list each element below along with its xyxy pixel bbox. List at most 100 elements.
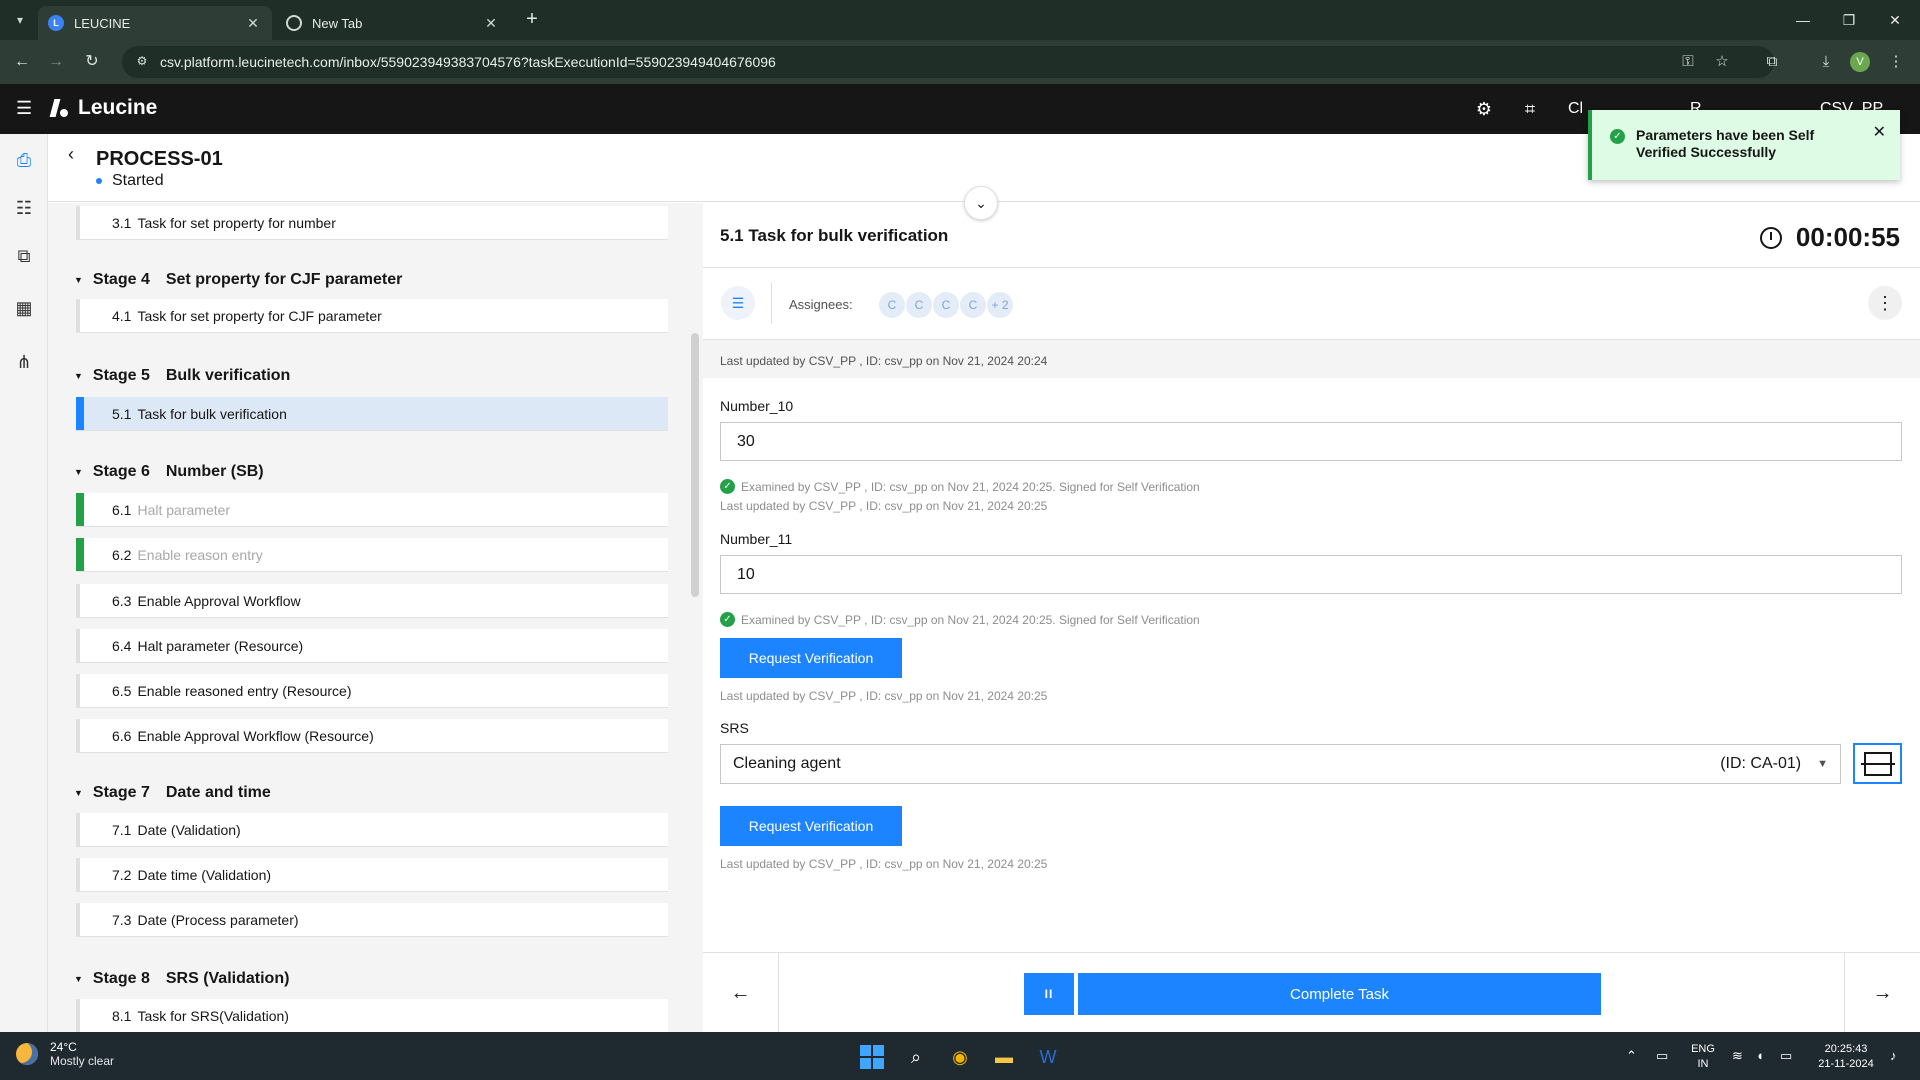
task-footer: ← II Complete Task → bbox=[703, 952, 1920, 1033]
hierarchy-icon[interactable]: ⋔ bbox=[0, 338, 48, 386]
stage-list-scrollbar[interactable] bbox=[691, 333, 699, 597]
header-link[interactable]: Cl bbox=[1568, 100, 1583, 118]
task-row-7-2[interactable]: 7.2 Date time (Validation) bbox=[76, 858, 668, 892]
extensions-icon[interactable]: ⧉ bbox=[1760, 50, 1784, 74]
profile-avatar[interactable]: V bbox=[1850, 52, 1870, 72]
assignee-avatar[interactable]: C bbox=[879, 292, 905, 318]
tab-search-icon[interactable]: ▾ bbox=[8, 8, 32, 32]
stage-number: Stage 6 bbox=[92, 463, 150, 480]
task-row-6-6[interactable]: 6.6 Enable Approval Workflow (Resource) bbox=[76, 719, 668, 753]
srs-resource-select[interactable]: Cleaning agent (ID: CA-01) ▼ bbox=[720, 744, 1841, 784]
back-arrow-icon[interactable]: ← bbox=[10, 50, 34, 74]
search-icon[interactable]: ⌕ bbox=[899, 1040, 933, 1074]
task-number: 5.1 bbox=[112, 405, 132, 422]
downloads-icon[interactable]: ⤓ bbox=[1814, 50, 1838, 74]
stage-header-7[interactable]: ▼ Stage 7 Date and time bbox=[74, 784, 271, 802]
leucine-favicon-icon: L bbox=[48, 15, 64, 31]
task-list-icon[interactable]: ☰ bbox=[721, 286, 755, 320]
url-bar[interactable]: ⚙ csv.platform.leucinetech.com/inbox/559… bbox=[122, 46, 1774, 78]
task-number: 3.1 bbox=[112, 214, 132, 231]
leucine-logo[interactable]: Leucine bbox=[50, 96, 157, 120]
number-11-examined: ✓ Examined by CSV_PP , ID: csv_pp on Nov… bbox=[720, 612, 1200, 627]
task-row-6-5[interactable]: 6.5 Enable reasoned entry (Resource) bbox=[76, 674, 668, 708]
close-icon[interactable]: ✕ bbox=[1873, 122, 1886, 142]
task-number: 7.1 bbox=[112, 821, 132, 838]
browser-menu-icon[interactable]: ⋮ bbox=[1884, 50, 1908, 74]
wifi-icon[interactable]: ≋ bbox=[1732, 1048, 1743, 1064]
task-row-5-1[interactable]: 5.1 Task for bulk verification bbox=[76, 397, 668, 431]
check-circle-icon: ✓ bbox=[720, 479, 735, 494]
back-chevron-icon[interactable]: ‹ bbox=[68, 144, 88, 164]
task-row-6-2[interactable]: 6.2 Enable reason entry bbox=[76, 538, 668, 572]
settings-gear-icon[interactable]: ⚙ bbox=[1473, 98, 1495, 120]
task-title: 5.1 Task for bulk verification bbox=[720, 226, 949, 245]
word-app-icon[interactable]: W bbox=[1031, 1040, 1065, 1074]
battery-icon[interactable]: ▭ bbox=[1780, 1048, 1792, 1064]
task-row-7-1[interactable]: 7.1 Date (Validation) bbox=[76, 813, 668, 847]
reload-icon[interactable]: ↻ bbox=[80, 50, 104, 74]
clock[interactable]: 20:25:43 21-11-2024 bbox=[1808, 1042, 1884, 1072]
ontology-icon[interactable]: ⧉ bbox=[0, 232, 48, 280]
speaker-icon[interactable]: ◖ bbox=[1756, 1048, 1764, 1063]
close-tab-icon[interactable]: ✕ bbox=[244, 15, 262, 32]
assignees-more-badge[interactable]: + 2 bbox=[987, 292, 1013, 318]
task-row-6-3[interactable]: 6.3 Enable Approval Workflow bbox=[76, 584, 668, 618]
inbox-icon[interactable]: ⎙ bbox=[0, 136, 48, 184]
number-11-input[interactable]: 10 bbox=[720, 555, 1902, 594]
stage-name: Number (SB) bbox=[165, 463, 264, 480]
complete-task-button[interactable]: Complete Task bbox=[1078, 973, 1601, 1015]
task-row-6-4[interactable]: 6.4 Halt parameter (Resource) bbox=[76, 629, 668, 663]
task-row-3-1[interactable]: 3.1 Task for set property for number bbox=[76, 206, 668, 240]
stage-header-8[interactable]: ▼ Stage 8 SRS (Validation) bbox=[74, 970, 289, 988]
stage-header-4[interactable]: ▼ Stage 4 Set property for CJF parameter bbox=[74, 271, 402, 289]
bookmark-star-icon[interactable]: ☆ bbox=[1710, 50, 1734, 74]
assignee-avatar[interactable]: C bbox=[906, 292, 932, 318]
task-row-4-1[interactable]: 4.1 Task for set property for CJF parame… bbox=[76, 299, 668, 333]
stage-name: SRS (Validation) bbox=[165, 970, 290, 987]
param-label-number-11: Number_11 bbox=[720, 531, 793, 547]
input-language[interactable]: ENG IN bbox=[1688, 1042, 1718, 1072]
tab-leucine[interactable]: L LEUCINE ✕ bbox=[38, 6, 272, 40]
restore-icon[interactable]: ❐ bbox=[1826, 6, 1872, 34]
status-dot-icon bbox=[96, 178, 102, 184]
hamburger-menu-icon[interactable]: ☰ bbox=[16, 98, 36, 118]
stage-name: Date and time bbox=[165, 784, 271, 801]
stage-header-6[interactable]: ▼ Stage 6 Number (SB) bbox=[74, 463, 264, 481]
stage-header-5[interactable]: ▼ Stage 5 Bulk verification bbox=[74, 367, 290, 385]
assignee-avatar[interactable]: C bbox=[960, 292, 986, 318]
weather-widget[interactable]: 24°C Mostly clear bbox=[16, 1040, 114, 1068]
clock-time: 20:25:43 bbox=[1824, 1043, 1868, 1055]
stage-number: Stage 4 bbox=[92, 271, 150, 288]
tab-new-tab[interactable]: New Tab ✕ bbox=[276, 6, 510, 40]
next-task-arrow-icon[interactable]: → bbox=[1844, 953, 1920, 1033]
windows-start-icon[interactable] bbox=[855, 1040, 889, 1074]
more-options-icon[interactable]: ⋮ bbox=[1868, 286, 1902, 320]
forward-arrow-icon[interactable]: → bbox=[44, 50, 68, 74]
notification-icon[interactable]: ▭ bbox=[1656, 1048, 1668, 1064]
minimize-icon[interactable]: — bbox=[1780, 6, 1826, 34]
task-row-7-3[interactable]: 7.3 Date (Process parameter) bbox=[76, 903, 668, 937]
check-circle-icon: ✓ bbox=[720, 612, 735, 627]
task-row-6-1[interactable]: 6.1 Halt parameter bbox=[76, 493, 668, 527]
request-verification-button[interactable]: Request Verification bbox=[720, 806, 902, 846]
file-explorer-icon[interactable]: ▬ bbox=[987, 1040, 1021, 1074]
checklist-icon[interactable]: ☷ bbox=[0, 184, 48, 232]
close-window-icon[interactable]: ✕ bbox=[1872, 6, 1918, 34]
pause-button[interactable]: II bbox=[1024, 973, 1074, 1015]
previous-task-arrow-icon[interactable]: ← bbox=[703, 953, 779, 1033]
notifications-bell-icon[interactable]: ♪ bbox=[1890, 1048, 1897, 1063]
password-key-icon[interactable]: ⚿ bbox=[1676, 50, 1700, 74]
chevron-down-icon[interactable]: ⌄ bbox=[964, 186, 998, 220]
new-tab-plus-icon[interactable]: + bbox=[520, 8, 544, 32]
close-tab-icon[interactable]: ✕ bbox=[482, 15, 500, 32]
number-10-input[interactable]: 30 bbox=[720, 422, 1902, 461]
chevron-up-icon[interactable]: ⌃ bbox=[1626, 1048, 1637, 1064]
site-info-icon[interactable]: ⚙ bbox=[134, 54, 150, 70]
chrome-app-icon[interactable]: ◉ bbox=[943, 1040, 977, 1074]
scan-icon[interactable]: ⌗ bbox=[1519, 98, 1541, 120]
task-row-8-1[interactable]: 8.1 Task for SRS(Validation) bbox=[76, 999, 668, 1032]
calendar-icon[interactable]: ▦ bbox=[0, 284, 48, 332]
scan-code-button[interactable] bbox=[1853, 743, 1902, 784]
assignee-avatar[interactable]: C bbox=[933, 292, 959, 318]
request-verification-button[interactable]: Request Verification bbox=[720, 638, 902, 678]
